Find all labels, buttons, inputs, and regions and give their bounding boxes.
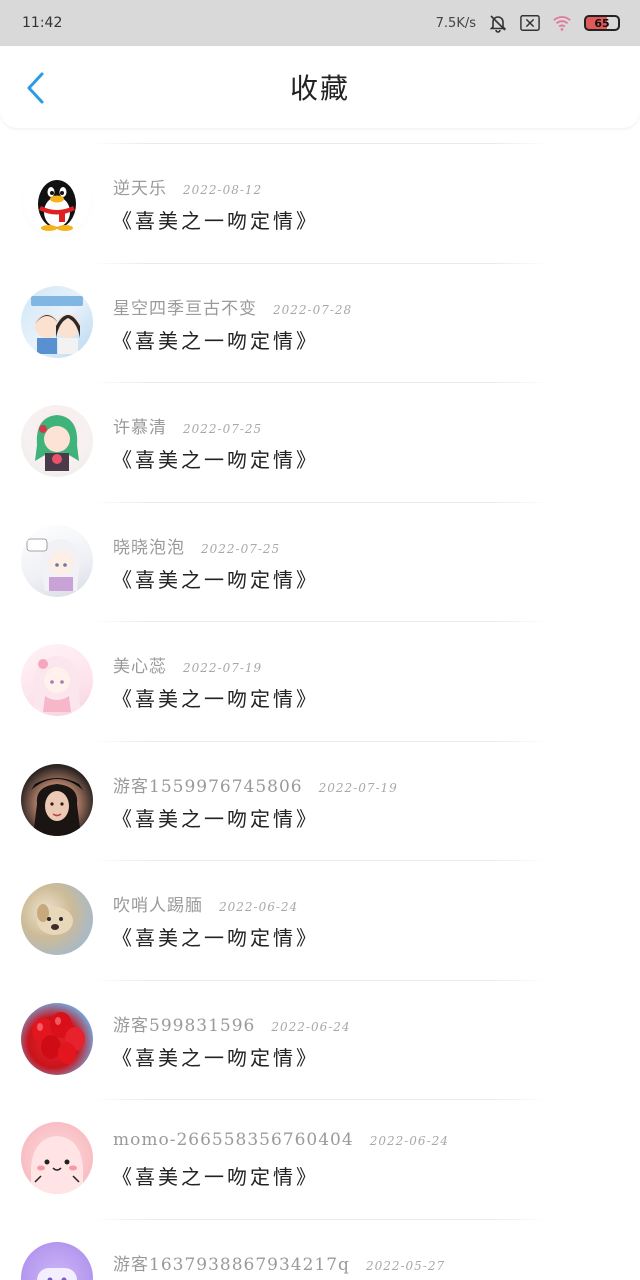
item-meta: momo-266558356760404 2022-06-24 <box>113 1130 449 1150</box>
back-button[interactable] <box>18 68 54 108</box>
user-name: 美心蕊 <box>113 657 167 677</box>
avatar[interactable] <box>21 763 93 836</box>
item-meta: 游客1559976745806 2022-07-19 <box>113 772 398 797</box>
status-icons: 7.5K/s 65 <box>436 13 620 33</box>
item-date: 2022-08-12 <box>183 183 263 197</box>
favorites-list: 逆天乐 2022-08-12 《喜美之一吻定情》 星空四季亘古不变 2022-0… <box>0 143 640 1280</box>
user-name: 游客1559976745806 <box>113 776 303 797</box>
list-item[interactable]: 许慕清 2022-07-25 《喜美之一吻定情》 <box>0 382 640 502</box>
item-date: 2022-07-19 <box>318 780 398 795</box>
avatar[interactable] <box>21 1241 93 1280</box>
work-title[interactable]: 《喜美之一吻定情》 <box>112 1042 319 1071</box>
list-item[interactable]: 游客1637938867934217q 2022-05-27 <box>0 1218 640 1280</box>
avatar[interactable] <box>21 524 93 597</box>
work-title[interactable]: 《喜美之一吻定情》 <box>112 922 319 951</box>
divider <box>90 382 550 383</box>
item-meta: 美心蕊 2022-07-19 <box>113 652 262 677</box>
user-name: 星空四季亘古不变 <box>113 298 257 319</box>
item-meta: 游客1637938867934217q 2022-05-27 <box>113 1250 445 1275</box>
list-item[interactable]: 星空四季亘古不变 2022-07-28 《喜美之一吻定情》 <box>0 262 640 383</box>
list-item[interactable]: 游客599831596 2022-06-24 《喜美之一吻定情》 <box>0 979 640 1100</box>
user-name: momo-266558356760404 <box>113 1130 354 1150</box>
avatar[interactable] <box>21 1122 93 1194</box>
list-item[interactable]: 美心蕊 2022-07-19 《喜美之一吻定情》 <box>0 621 640 741</box>
item-date: 2022-06-24 <box>369 1134 449 1148</box>
avatar[interactable] <box>21 644 93 716</box>
divider <box>90 143 550 144</box>
user-name: 晓晓泡泡 <box>113 537 185 558</box>
item-date: 2022-07-25 <box>183 422 263 436</box>
divider <box>90 1099 550 1100</box>
item-meta: 吹哨人踢腼 2022-06-24 <box>113 891 298 916</box>
item-meta: 许慕清 2022-07-25 <box>113 413 262 438</box>
list-item[interactable]: 晓晓泡泡 2022-07-25 《喜美之一吻定情》 <box>0 501 640 622</box>
item-date: 2022-07-19 <box>183 661 263 675</box>
list-item[interactable]: 逆天乐 2022-08-12 《喜美之一吻定情》 <box>0 143 640 263</box>
divider <box>90 262 550 264</box>
avatar[interactable] <box>21 883 93 955</box>
list-item[interactable]: 游客1559976745806 2022-07-19 《喜美之一吻定情》 <box>0 740 640 861</box>
item-meta: 晓晓泡泡 2022-07-25 <box>113 533 280 558</box>
bell-muted-icon <box>488 13 508 33</box>
avatar[interactable] <box>21 405 93 477</box>
app-header: 收藏 <box>0 46 640 128</box>
work-title[interactable]: 《喜美之一吻定情》 <box>112 803 319 832</box>
avatar[interactable] <box>21 285 93 358</box>
user-name: 吹哨人踢腼 <box>113 896 203 916</box>
status-bar: 11:42 7.5K/s 65 <box>0 0 640 46</box>
list-item[interactable]: 吹哨人踢腼 2022-06-24 《喜美之一吻定情》 <box>0 860 640 980</box>
work-title[interactable]: 《喜美之一吻定情》 <box>112 564 319 593</box>
user-name: 游客599831596 <box>113 1015 256 1036</box>
wifi-icon <box>552 13 572 33</box>
divider <box>90 740 550 742</box>
divider <box>90 860 550 861</box>
item-date: 2022-06-24 <box>219 900 299 914</box>
user-name: 游客1637938867934217q <box>113 1254 350 1275</box>
page-title: 收藏 <box>289 72 350 105</box>
avatar[interactable] <box>21 1002 93 1075</box>
avatar[interactable] <box>21 166 93 238</box>
work-title[interactable]: 《喜美之一吻定情》 <box>112 205 319 234</box>
item-date: 2022-06-24 <box>271 1019 351 1034</box>
network-speed: 7.5K/s <box>435 15 476 31</box>
divider <box>90 501 550 503</box>
item-date: 2022-07-25 <box>201 541 281 556</box>
work-title[interactable]: 《喜美之一吻定情》 <box>112 683 319 712</box>
battery-level: 65 <box>594 16 610 30</box>
user-name: 许慕清 <box>113 418 167 438</box>
sim-blocked-icon <box>520 13 540 33</box>
list-item[interactable]: momo-266558356760404 2022-06-24 《喜美之一吻定情… <box>0 1099 640 1219</box>
divider <box>90 621 550 622</box>
work-title[interactable]: 《喜美之一吻定情》 <box>112 444 319 473</box>
work-title[interactable]: 《喜美之一吻定情》 <box>112 325 319 354</box>
work-title[interactable]: 《喜美之一吻定情》 <box>112 1161 319 1190</box>
battery-icon: 65 <box>584 15 620 31</box>
item-meta: 逆天乐 2022-08-12 <box>113 174 262 199</box>
item-date: 2022-07-28 <box>273 302 353 317</box>
chevron-left-icon <box>27 72 44 104</box>
item-date: 2022-05-27 <box>365 1258 446 1273</box>
status-time: 11:42 <box>22 15 63 31</box>
divider <box>90 979 550 981</box>
user-name: 逆天乐 <box>113 179 167 199</box>
item-meta: 游客599831596 2022-06-24 <box>113 1011 351 1036</box>
divider <box>90 1218 550 1220</box>
item-meta: 星空四季亘古不变 2022-07-28 <box>113 294 352 319</box>
